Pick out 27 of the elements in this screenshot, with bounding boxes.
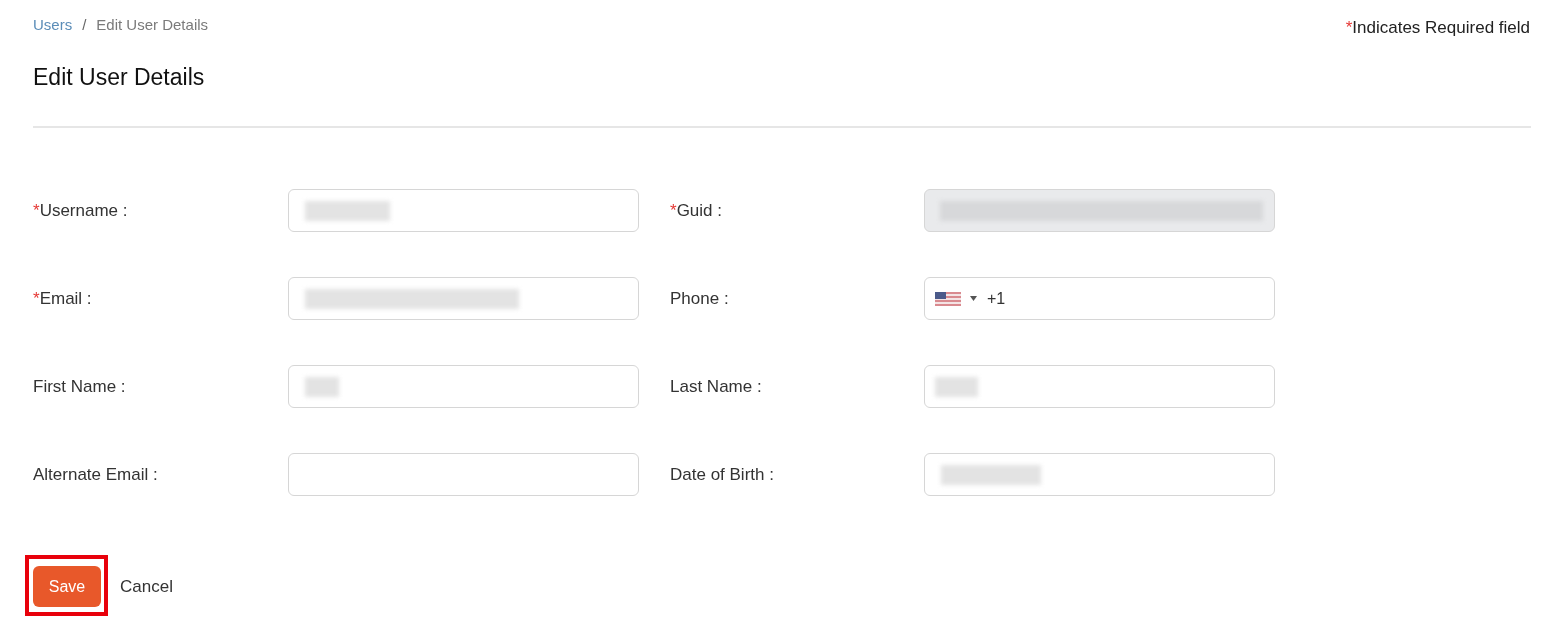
save-button[interactable]: Save [33, 566, 101, 607]
flag-icon [935, 291, 961, 306]
input-field[interactable] [288, 189, 639, 232]
input-field[interactable] [288, 277, 639, 320]
input-field[interactable] [924, 365, 1275, 408]
caret-icon [970, 296, 977, 301]
breadcrumb-current: Edit User Details [96, 15, 209, 35]
field-label: First Name : [33, 375, 126, 398]
field-label: Date of Birth : [670, 463, 774, 486]
blurred-value [305, 376, 339, 397]
field-label: Last Name : [670, 375, 762, 398]
blurred-value [935, 376, 978, 397]
field-label: Phone : [670, 287, 729, 310]
field-label: *Username : [33, 199, 128, 222]
input-field[interactable] [288, 365, 639, 408]
required-field-note: *Indicates Required field [1345, 17, 1530, 39]
field-label: Alternate Email : [33, 463, 158, 486]
input-field[interactable] [924, 453, 1275, 496]
phone-field[interactable]: +1 [924, 277, 1275, 320]
page-title: Edit User Details [33, 63, 205, 91]
breadcrumb-separator: / [82, 15, 87, 35]
cancel-button[interactable]: Cancel [120, 573, 173, 600]
input-field[interactable] [288, 453, 639, 496]
breadcrumb-link[interactable]: Users [33, 15, 73, 35]
phone-value: +1 [987, 288, 1006, 309]
field-label: *Email : [33, 287, 92, 310]
field-label: *Guid : [670, 199, 722, 222]
